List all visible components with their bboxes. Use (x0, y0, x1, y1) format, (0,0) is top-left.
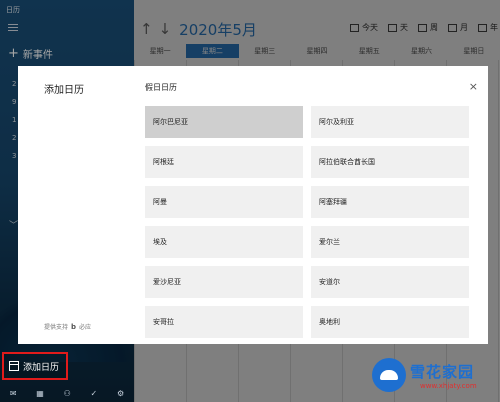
watermark-url: www.xhjaty.com (420, 382, 477, 390)
add-calendar-label: 添加日历 (23, 362, 60, 373)
calendar-option[interactable]: 阿塞拜疆 (311, 186, 469, 218)
people-icon[interactable]: ⚇ (64, 389, 71, 398)
calendar-option[interactable]: 阿尔及利亚 (311, 106, 469, 138)
calendar-icon (9, 361, 19, 371)
close-icon[interactable]: × (469, 80, 478, 93)
dialog-title: 添加日历 (44, 85, 84, 96)
calendar-nav-icon[interactable]: ▦ (36, 389, 44, 398)
watermark-name: 雪花家园 (410, 363, 475, 381)
holiday-calendar-title: 假日日历 (145, 83, 177, 92)
mail-icon[interactable]: ✉ (10, 389, 17, 398)
watermark-logo-icon (372, 358, 406, 392)
bing-icon: b (71, 322, 77, 331)
calendar-option[interactable]: 奥地利 (311, 306, 469, 338)
calendar-option[interactable]: 阿根廷 (145, 146, 303, 178)
watermark: 雪花家园 www.xhjaty.com (372, 358, 496, 398)
calendar-option[interactable]: 阿拉伯联合酋长国 (311, 146, 469, 178)
powered-by-label: 提供支持 (44, 324, 69, 331)
calendar-option[interactable]: 埃及 (145, 226, 303, 258)
sidebar-bottom-bar: ✉ ▦ ⚇ ✓ ⚙ (0, 384, 134, 402)
add-calendar-button[interactable]: 添加日历 (2, 352, 68, 380)
calendar-option[interactable]: 阿曼 (145, 186, 303, 218)
holiday-calendar-list: 阿尔巴尼亚 阿尔及利亚 阿根廷 阿拉伯联合酋长国 阿曼 阿塞拜疆 埃及 爱尔兰 … (145, 106, 469, 344)
calendar-option[interactable]: 阿尔巴尼亚 (145, 106, 303, 138)
settings-icon[interactable]: ⚙ (117, 389, 124, 398)
calendar-option[interactable]: 爱尔兰 (311, 226, 469, 258)
powered-by-brand: 必应 (79, 324, 92, 331)
todo-icon[interactable]: ✓ (91, 389, 98, 398)
add-calendar-dialog: 添加日历 假日日历 × 阿尔巴尼亚 阿尔及利亚 阿根廷 阿拉伯联合酋长国 阿曼 … (18, 66, 488, 344)
powered-by: 提供支持 b 必应 (44, 322, 92, 332)
calendar-option[interactable]: 安哥拉 (145, 306, 303, 338)
calendar-option[interactable]: 爱沙尼亚 (145, 266, 303, 298)
calendar-option[interactable]: 安道尔 (311, 266, 469, 298)
